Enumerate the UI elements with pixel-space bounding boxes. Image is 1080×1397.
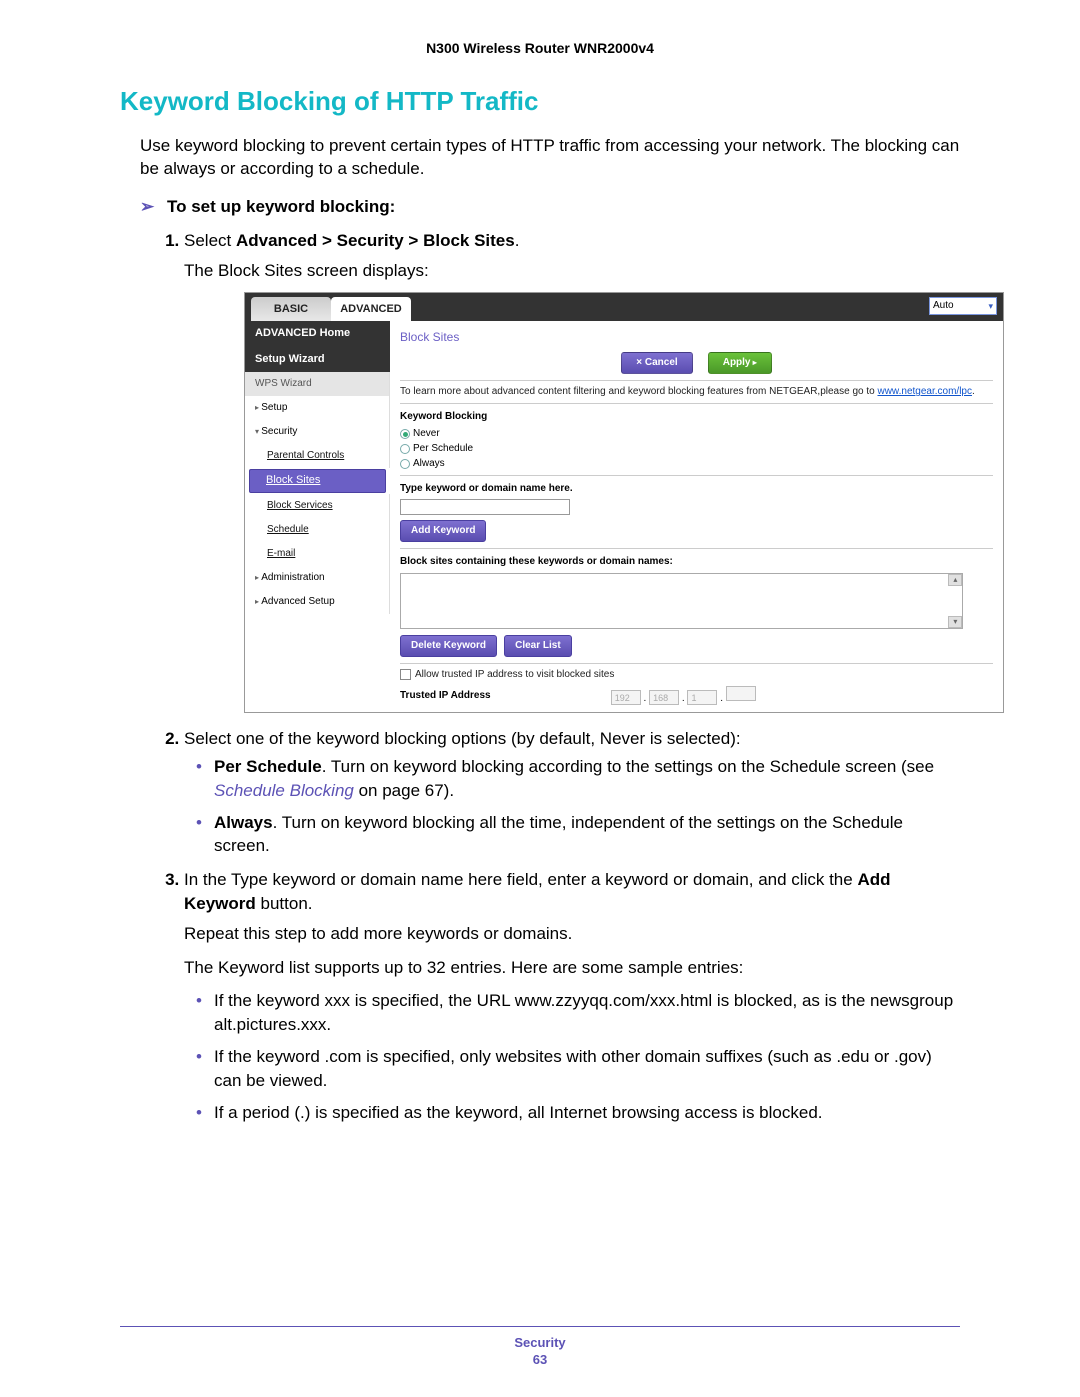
sample-entry-3: If a period (.) is specified as the keyw… bbox=[196, 1101, 960, 1125]
router-ui-screenshot: BASIC ADVANCED Auto ▾ ADVANCED Home Setu… bbox=[244, 292, 1004, 713]
step-3: In the Type keyword or domain name here … bbox=[184, 868, 960, 1124]
step-2: Select one of the keyword blocking optio… bbox=[184, 727, 960, 858]
clear-list-button[interactable]: Clear List bbox=[504, 635, 572, 657]
step-3-sub1: Repeat this step to add more keywords or… bbox=[184, 922, 960, 946]
radio-never[interactable]: Never bbox=[400, 427, 993, 441]
keyword-blocking-label: Keyword Blocking bbox=[400, 410, 993, 424]
intro-paragraph: Use keyword blocking to prevent certain … bbox=[140, 135, 960, 181]
step-2-opt-per-schedule: Per Schedule. Turn on keyword blocking a… bbox=[196, 755, 960, 803]
footer-chapter: Security bbox=[0, 1335, 1080, 1350]
sidebar-item-home[interactable]: ADVANCED Home bbox=[245, 321, 390, 346]
step-2-text: Select one of the keyword blocking optio… bbox=[184, 729, 741, 748]
language-select[interactable]: Auto ▾ bbox=[929, 297, 997, 315]
step-1-suffix: . bbox=[515, 231, 520, 250]
radio-icon bbox=[400, 429, 410, 439]
type-keyword-label: Type keyword or domain name here. bbox=[400, 482, 993, 496]
step-1-sub: The Block Sites screen displays: bbox=[184, 259, 960, 283]
sample-entry-2: If the keyword .com is specified, only w… bbox=[196, 1045, 960, 1093]
sidebar-item-email[interactable]: E-mail bbox=[245, 542, 390, 566]
keyword-input[interactable] bbox=[400, 499, 570, 515]
keyword-listbox[interactable]: ▴ ▾ bbox=[400, 573, 963, 629]
sidebar-item-wps[interactable]: WPS Wizard bbox=[245, 372, 390, 396]
page-footer: Security 63 bbox=[0, 1326, 1080, 1367]
step-2-opt-always: Always. Turn on keyword blocking all the… bbox=[196, 811, 960, 859]
sidebar-item-parental[interactable]: Parental Controls bbox=[245, 444, 390, 468]
apply-button[interactable]: Apply bbox=[708, 352, 772, 374]
section-heading: Keyword Blocking of HTTP Traffic bbox=[120, 86, 960, 117]
chevron-right-icon: ➢ bbox=[140, 197, 154, 216]
footer-page-number: 63 bbox=[0, 1352, 1080, 1367]
ip-octet-1[interactable]: 192 bbox=[611, 690, 641, 705]
ip-octet-3[interactable]: 1 bbox=[687, 690, 717, 705]
ip-octet-4[interactable] bbox=[726, 686, 756, 701]
trusted-ip-label: Trusted IP Address bbox=[400, 689, 491, 703]
main-panel: Block Sites Cancel Apply To learn more a… bbox=[390, 321, 1003, 712]
sidebar-item-setup[interactable]: Setup bbox=[245, 396, 390, 420]
step-1-path: Advanced > Security > Block Sites bbox=[236, 231, 515, 250]
delete-keyword-button[interactable]: Delete Keyword bbox=[400, 635, 497, 657]
radio-always[interactable]: Always bbox=[400, 457, 993, 471]
radio-per-schedule[interactable]: Per Schedule bbox=[400, 442, 993, 456]
sidebar-item-wizard[interactable]: Setup Wizard bbox=[245, 347, 390, 372]
radio-icon bbox=[400, 459, 410, 469]
ip-octet-2[interactable]: 168 bbox=[649, 690, 679, 705]
task-heading: ➢ To set up keyword blocking: bbox=[140, 197, 960, 217]
scroll-down-icon[interactable]: ▾ bbox=[948, 616, 962, 628]
chevron-down-icon: ▾ bbox=[988, 300, 993, 313]
step-1: Select Advanced > Security > Block Sites… bbox=[184, 229, 960, 713]
tab-bar: BASIC ADVANCED Auto ▾ bbox=[245, 293, 1003, 321]
checkbox-icon[interactable] bbox=[400, 669, 411, 680]
tab-advanced[interactable]: ADVANCED bbox=[331, 297, 411, 321]
allow-trusted-row[interactable]: Allow trusted IP address to visit blocke… bbox=[400, 668, 993, 682]
sidebar-item-block-sites[interactable]: Block Sites bbox=[249, 469, 386, 492]
sidebar: ADVANCED Home Setup Wizard WPS Wizard Se… bbox=[245, 321, 390, 712]
document-header: N300 Wireless Router WNR2000v4 bbox=[120, 40, 960, 56]
radio-icon bbox=[400, 444, 410, 454]
step-1-text: Select bbox=[184, 231, 236, 250]
sample-entry-1: If the keyword xxx is specified, the URL… bbox=[196, 989, 960, 1037]
lpc-link[interactable]: www.netgear.com/lpc bbox=[877, 386, 972, 397]
add-keyword-button[interactable]: Add Keyword bbox=[400, 520, 486, 542]
sidebar-item-admin[interactable]: Administration bbox=[245, 566, 390, 590]
task-heading-text: To set up keyword blocking: bbox=[167, 197, 395, 216]
sidebar-item-block-services[interactable]: Block Services bbox=[245, 494, 390, 518]
tab-basic[interactable]: BASIC bbox=[251, 297, 331, 321]
panel-title: Block Sites bbox=[400, 327, 993, 352]
learn-more-text: To learn more about advanced content fil… bbox=[400, 385, 993, 399]
schedule-blocking-link[interactable]: Schedule Blocking bbox=[214, 781, 354, 800]
sidebar-item-advsetup[interactable]: Advanced Setup bbox=[245, 590, 390, 614]
sidebar-item-schedule[interactable]: Schedule bbox=[245, 518, 390, 542]
step-3-sub2: The Keyword list supports up to 32 entri… bbox=[184, 956, 960, 980]
scroll-up-icon[interactable]: ▴ bbox=[948, 574, 962, 586]
block-list-label: Block sites containing these keywords or… bbox=[400, 555, 993, 569]
cancel-button[interactable]: Cancel bbox=[621, 352, 692, 374]
language-value: Auto bbox=[933, 299, 954, 313]
sidebar-item-security[interactable]: Security bbox=[245, 420, 390, 444]
